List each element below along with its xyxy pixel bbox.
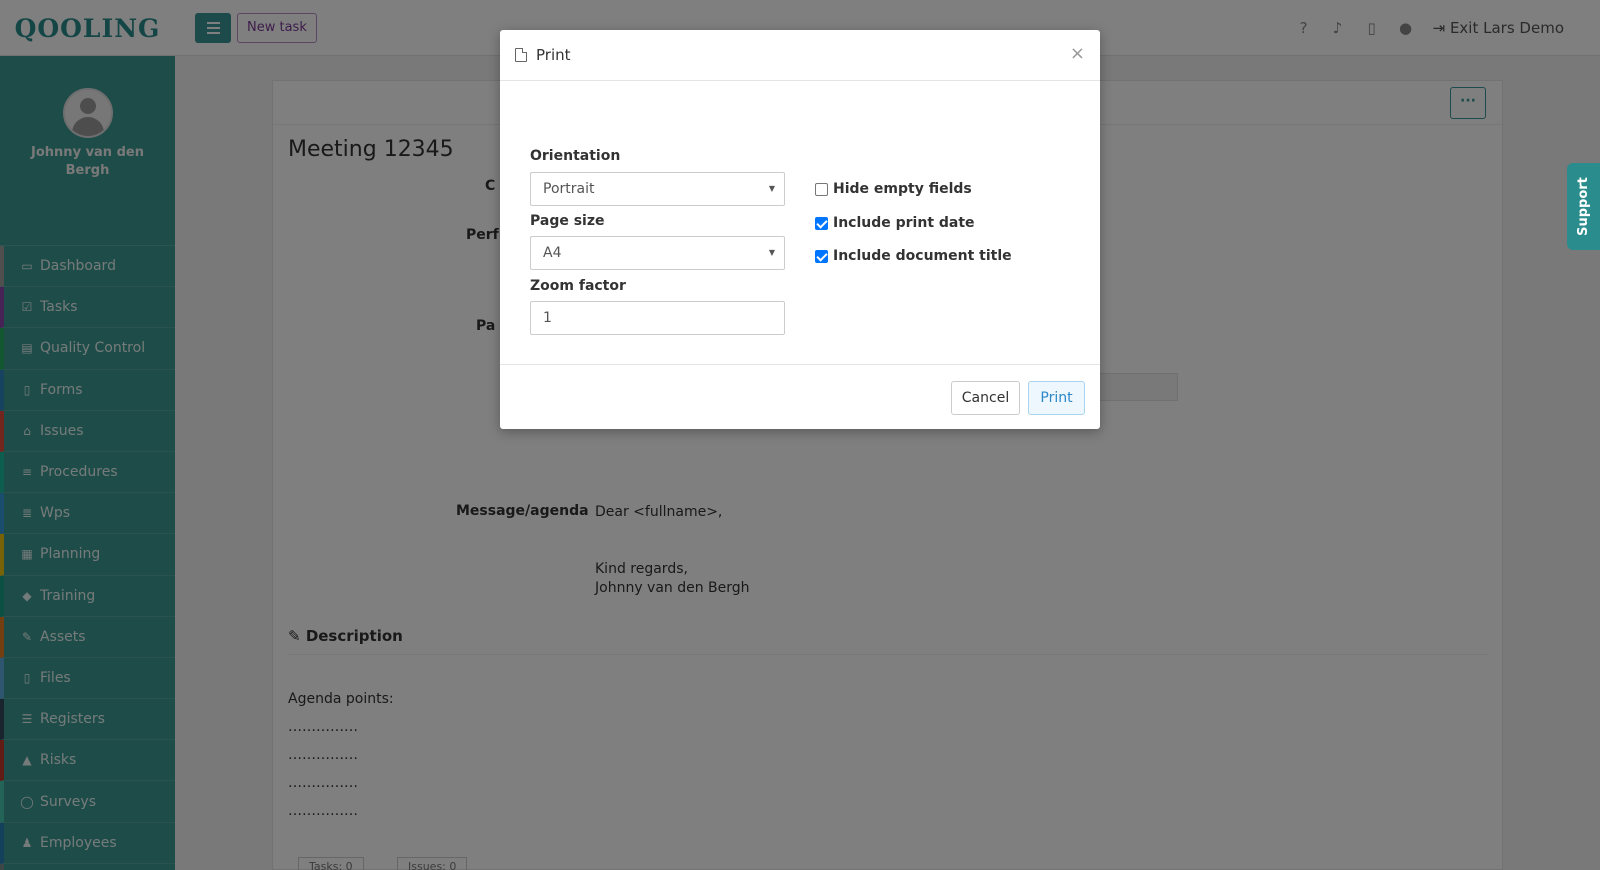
- orientation-select[interactable]: Portrait ▼: [530, 172, 785, 206]
- print-button[interactable]: Print: [1028, 381, 1085, 415]
- orientation-value: Portrait: [543, 181, 595, 197]
- hide-empty-fields-label: Hide empty fields: [833, 181, 972, 197]
- page-size-label: Page size: [530, 213, 605, 229]
- dialog-header: Print: [500, 30, 1100, 81]
- dialog-title: Print: [536, 46, 571, 64]
- include-document-title-option[interactable]: Include document title: [815, 248, 1012, 264]
- include-print-date-label: Include print date: [833, 215, 975, 231]
- zoom-factor-value: 1: [543, 310, 552, 326]
- support-label: Support: [1576, 177, 1592, 236]
- page-size-select[interactable]: A4 ▼: [530, 236, 785, 270]
- page-size-value: A4: [543, 245, 562, 261]
- include-document-title-checkbox[interactable]: [815, 249, 828, 263]
- print-dialog: Print × Orientation Portrait ▼ Page size…: [500, 30, 1100, 429]
- file-pdf-icon: [515, 48, 527, 62]
- zoom-factor-input[interactable]: 1: [530, 301, 785, 335]
- chevron-down-icon: ▼: [768, 248, 775, 257]
- chevron-down-icon: ▼: [768, 184, 775, 193]
- cancel-button[interactable]: Cancel: [951, 381, 1020, 415]
- dialog-footer-divider: [500, 364, 1100, 365]
- hide-empty-fields-checkbox[interactable]: [815, 182, 828, 196]
- zoom-factor-label: Zoom factor: [530, 278, 626, 294]
- support-tab[interactable]: Support: [1567, 163, 1600, 250]
- include-print-date-checkbox[interactable]: [815, 216, 828, 230]
- include-print-date-option[interactable]: Include print date: [815, 215, 975, 231]
- close-icon[interactable]: ×: [1070, 43, 1085, 64]
- hide-empty-fields-option[interactable]: Hide empty fields: [815, 181, 972, 197]
- include-document-title-label: Include document title: [833, 248, 1012, 264]
- orientation-label: Orientation: [530, 148, 621, 164]
